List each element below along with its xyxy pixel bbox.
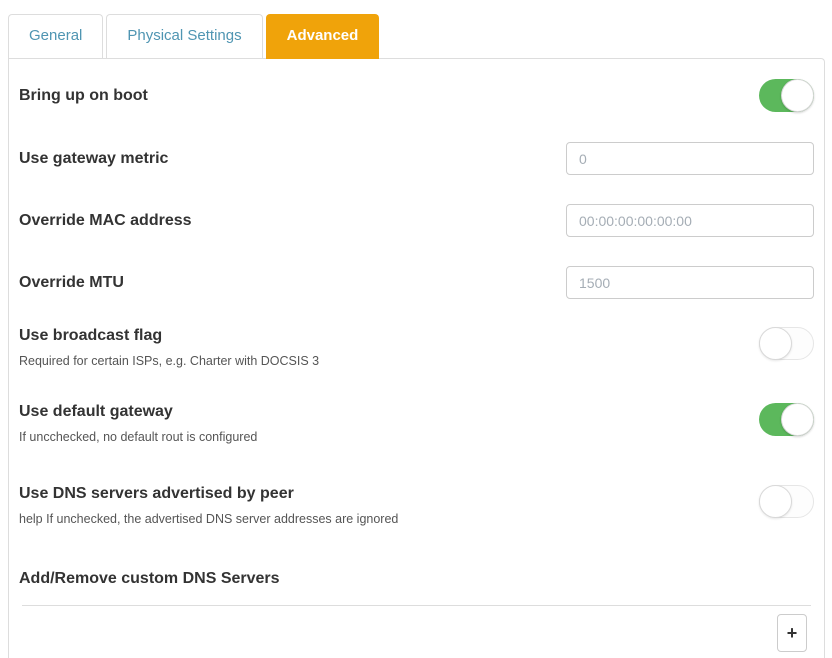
default-gateway-toggle[interactable] (759, 403, 814, 436)
toggle-knob (759, 327, 792, 360)
gateway-metric-input[interactable] (566, 142, 814, 175)
bring-up-on-boot-label: Bring up on boot (19, 87, 148, 105)
broadcast-flag-label: Use broadcast flag (19, 327, 319, 345)
toggle-knob (781, 79, 814, 112)
section-divider (22, 605, 811, 606)
custom-dns-heading: Add/Remove custom DNS Servers (19, 570, 814, 588)
setting-row-peer-dns: Use DNS servers advertised by peer help … (19, 485, 814, 527)
tab-physical-settings[interactable]: Physical Settings (106, 14, 262, 58)
advanced-settings-panel: Bring up on boot Use gateway metric Over… (8, 58, 825, 658)
plus-icon: + (787, 624, 798, 642)
tab-bar: General Physical Settings Advanced (8, 14, 825, 58)
default-gateway-text: Use default gateway If uncchecked, no de… (19, 403, 257, 445)
toggle-knob (781, 403, 814, 436)
mac-address-input[interactable] (566, 204, 814, 237)
mac-address-label: Override MAC address (19, 212, 192, 230)
gateway-metric-label: Use gateway metric (19, 150, 168, 168)
custom-dns-add-row: + (19, 614, 814, 652)
bring-up-on-boot-toggle[interactable] (759, 79, 814, 112)
setting-row-bring-up-on-boot: Bring up on boot (19, 79, 814, 112)
setting-row-gateway-metric: Use gateway metric (19, 142, 814, 175)
peer-dns-toggle[interactable] (759, 485, 814, 518)
broadcast-flag-toggle[interactable] (759, 327, 814, 360)
default-gateway-label: Use default gateway (19, 403, 257, 421)
peer-dns-label: Use DNS servers advertised by peer (19, 485, 398, 503)
broadcast-flag-help: Required for certain ISPs, e.g. Charter … (19, 354, 319, 369)
broadcast-flag-text: Use broadcast flag Required for certain … (19, 327, 319, 369)
peer-dns-help: help If unchecked, the advertised DNS se… (19, 512, 398, 527)
peer-dns-text: Use DNS servers advertised by peer help … (19, 485, 398, 527)
interface-settings-page: General Physical Settings Advanced Bring… (0, 0, 832, 658)
tab-advanced[interactable]: Advanced (266, 14, 380, 59)
tab-general[interactable]: General (8, 14, 103, 58)
add-dns-server-button[interactable]: + (777, 614, 807, 652)
mtu-label: Override MTU (19, 274, 124, 292)
setting-row-mtu: Override MTU (19, 266, 814, 299)
setting-row-default-gateway: Use default gateway If uncchecked, no de… (19, 403, 814, 445)
toggle-knob (759, 485, 792, 518)
setting-row-mac-address: Override MAC address (19, 204, 814, 237)
mtu-input[interactable] (566, 266, 814, 299)
setting-row-broadcast-flag: Use broadcast flag Required for certain … (19, 327, 814, 369)
default-gateway-help: If uncchecked, no default rout is config… (19, 430, 257, 445)
